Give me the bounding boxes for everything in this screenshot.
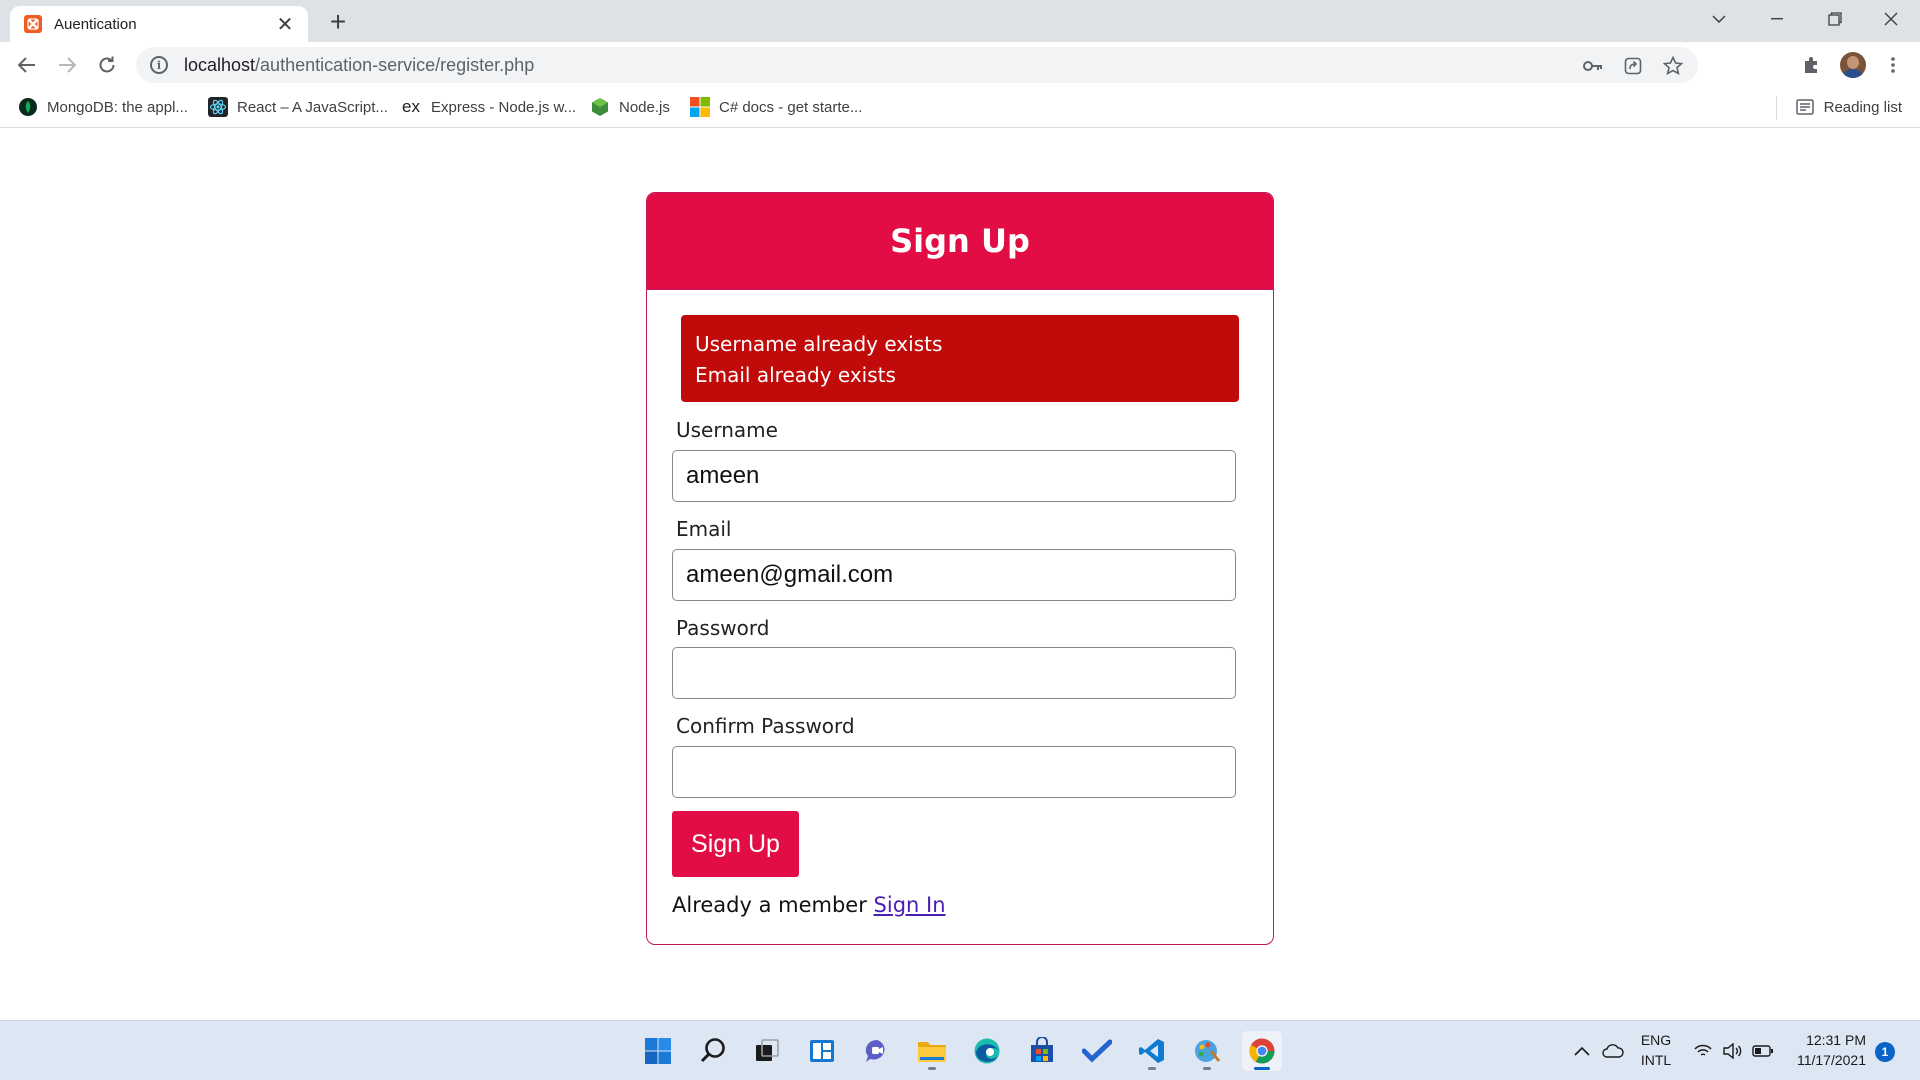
- windows-taskbar: ENG INTL 12:31 PM 11/17/2021 1: [0, 1020, 1920, 1080]
- error-message: Username already exists: [695, 332, 943, 356]
- already-member-text: Already a member Sign In: [672, 893, 946, 917]
- more-vertical-icon[interactable]: [1878, 50, 1908, 80]
- todo-check-icon[interactable]: [1077, 1031, 1117, 1071]
- url-host: localhost: [184, 54, 256, 75]
- minimize-icon[interactable]: [1748, 0, 1806, 38]
- confirm-password-label: Confirm Password: [676, 714, 855, 738]
- forward-arrow-icon[interactable]: [52, 50, 82, 80]
- bookmark-express[interactable]: ex Express - Node.js w...: [400, 97, 576, 117]
- browser-toolbar: i localhost/authentication-service/regis…: [0, 42, 1920, 88]
- widgets-icon[interactable]: [802, 1031, 842, 1071]
- reading-list-label: Reading list: [1823, 98, 1902, 116]
- bookmarks-bar: MongoDB: the appl... React – A JavaScrip…: [0, 88, 1920, 128]
- onedrive-cloud-icon[interactable]: [1602, 1021, 1624, 1080]
- restore-icon[interactable]: [1806, 0, 1864, 38]
- bookmarks-divider: [1776, 96, 1777, 120]
- microsoft-store-icon[interactable]: [1022, 1031, 1062, 1071]
- email-input[interactable]: ameen@gmail.com: [672, 549, 1236, 601]
- clock-time: 12:31 PM: [1806, 1032, 1866, 1048]
- url-path: /authentication-service/register.php: [255, 54, 535, 75]
- bookmark-label: Express - Node.js w...: [431, 98, 577, 116]
- clock[interactable]: 12:31 PM 11/17/2021: [1784, 1030, 1866, 1070]
- close-window-icon[interactable]: [1862, 0, 1920, 38]
- signup-header: Sign Up: [647, 193, 1273, 290]
- signup-button[interactable]: Sign Up: [672, 811, 799, 877]
- volume-icon[interactable]: [1722, 1021, 1742, 1080]
- password-input[interactable]: [672, 647, 1236, 699]
- username-input[interactable]: ameen: [672, 450, 1236, 502]
- profile-avatar[interactable]: [1840, 52, 1866, 78]
- running-indicator: [928, 1067, 936, 1070]
- tab-search-chevron-icon[interactable]: [1690, 0, 1748, 38]
- input-language-indicator[interactable]: ENG INTL: [1640, 1030, 1672, 1070]
- confirm-password-input[interactable]: [672, 746, 1236, 798]
- search-icon[interactable]: [693, 1031, 733, 1071]
- member-prompt: Already a member: [672, 893, 867, 917]
- active-indicator: [1254, 1067, 1270, 1070]
- tab-strip: Auentication ✕ +: [0, 0, 1920, 42]
- bookmark-label: Node.js: [619, 98, 670, 116]
- express-ex-icon: ex: [402, 97, 420, 116]
- bookmark-label: React – A JavaScript...: [237, 98, 388, 116]
- new-tab-icon[interactable]: +: [324, 6, 352, 37]
- key-icon[interactable]: [1580, 53, 1606, 79]
- reading-list-icon: [1795, 97, 1815, 117]
- bookmark-csharp-docs[interactable]: C# docs - get starte...: [690, 97, 862, 117]
- language-code: ENG: [1640, 1032, 1672, 1048]
- nodejs-hexagon-icon: [590, 97, 610, 117]
- chrome-browser-icon[interactable]: [1242, 1031, 1282, 1071]
- username-label: Username: [676, 418, 778, 442]
- running-indicator: [1148, 1067, 1156, 1070]
- xampp-favicon-icon: [24, 15, 42, 33]
- battery-icon[interactable]: [1752, 1021, 1774, 1080]
- file-explorer-icon[interactable]: [912, 1031, 952, 1071]
- show-hidden-icons-chevron[interactable]: [1574, 1021, 1590, 1080]
- react-atom-icon: [208, 97, 228, 117]
- tab-close-icon[interactable]: ✕: [274, 13, 296, 36]
- notification-badge[interactable]: 1: [1875, 1042, 1895, 1062]
- wifi-icon[interactable]: [1694, 1021, 1712, 1080]
- mongodb-leaf-icon: [18, 97, 38, 117]
- task-view-icon[interactable]: [747, 1031, 787, 1071]
- windows-start-icon[interactable]: [638, 1031, 678, 1071]
- running-indicator: [1203, 1067, 1211, 1070]
- bookmark-mongodb[interactable]: MongoDB: the appl...: [18, 97, 188, 117]
- signup-card: Sign Up Username already exists Email al…: [646, 192, 1274, 945]
- extensions-puzzle-icon[interactable]: [1796, 50, 1826, 80]
- back-arrow-icon[interactable]: [12, 50, 42, 80]
- bookmark-react[interactable]: React – A JavaScript...: [208, 97, 388, 117]
- address-bar[interactable]: i localhost/authentication-service/regis…: [136, 47, 1698, 83]
- error-alert: Username already exists Email already ex…: [681, 315, 1239, 402]
- signin-link[interactable]: Sign In: [874, 893, 946, 917]
- site-info-icon[interactable]: i: [150, 56, 168, 74]
- microsoft-logo-icon: [690, 97, 710, 117]
- signup-title: Sign Up: [890, 222, 1030, 260]
- bookmark-label: MongoDB: the appl...: [47, 98, 188, 116]
- tab-title: Auentication: [54, 15, 137, 33]
- share-icon[interactable]: [1620, 53, 1646, 79]
- bookmark-label: C# docs - get starte...: [719, 98, 863, 116]
- teams-chat-icon[interactable]: [857, 1031, 897, 1071]
- vscode-icon[interactable]: [1132, 1031, 1172, 1071]
- browser-tab[interactable]: Auentication ✕: [10, 6, 308, 42]
- edge-browser-icon[interactable]: [967, 1031, 1007, 1071]
- error-message: Email already exists: [695, 363, 896, 387]
- email-label: Email: [676, 517, 732, 541]
- password-label: Password: [676, 616, 770, 640]
- paint-tool-icon[interactable]: [1187, 1031, 1227, 1071]
- keyboard-layout: INTL: [1640, 1052, 1672, 1068]
- clock-date: 11/17/2021: [1796, 1052, 1866, 1068]
- bookmark-star-icon[interactable]: [1660, 53, 1686, 79]
- bookmark-nodejs[interactable]: Node.js: [590, 97, 670, 117]
- reload-icon[interactable]: [92, 50, 122, 80]
- reading-list-button[interactable]: Reading list: [1795, 97, 1902, 117]
